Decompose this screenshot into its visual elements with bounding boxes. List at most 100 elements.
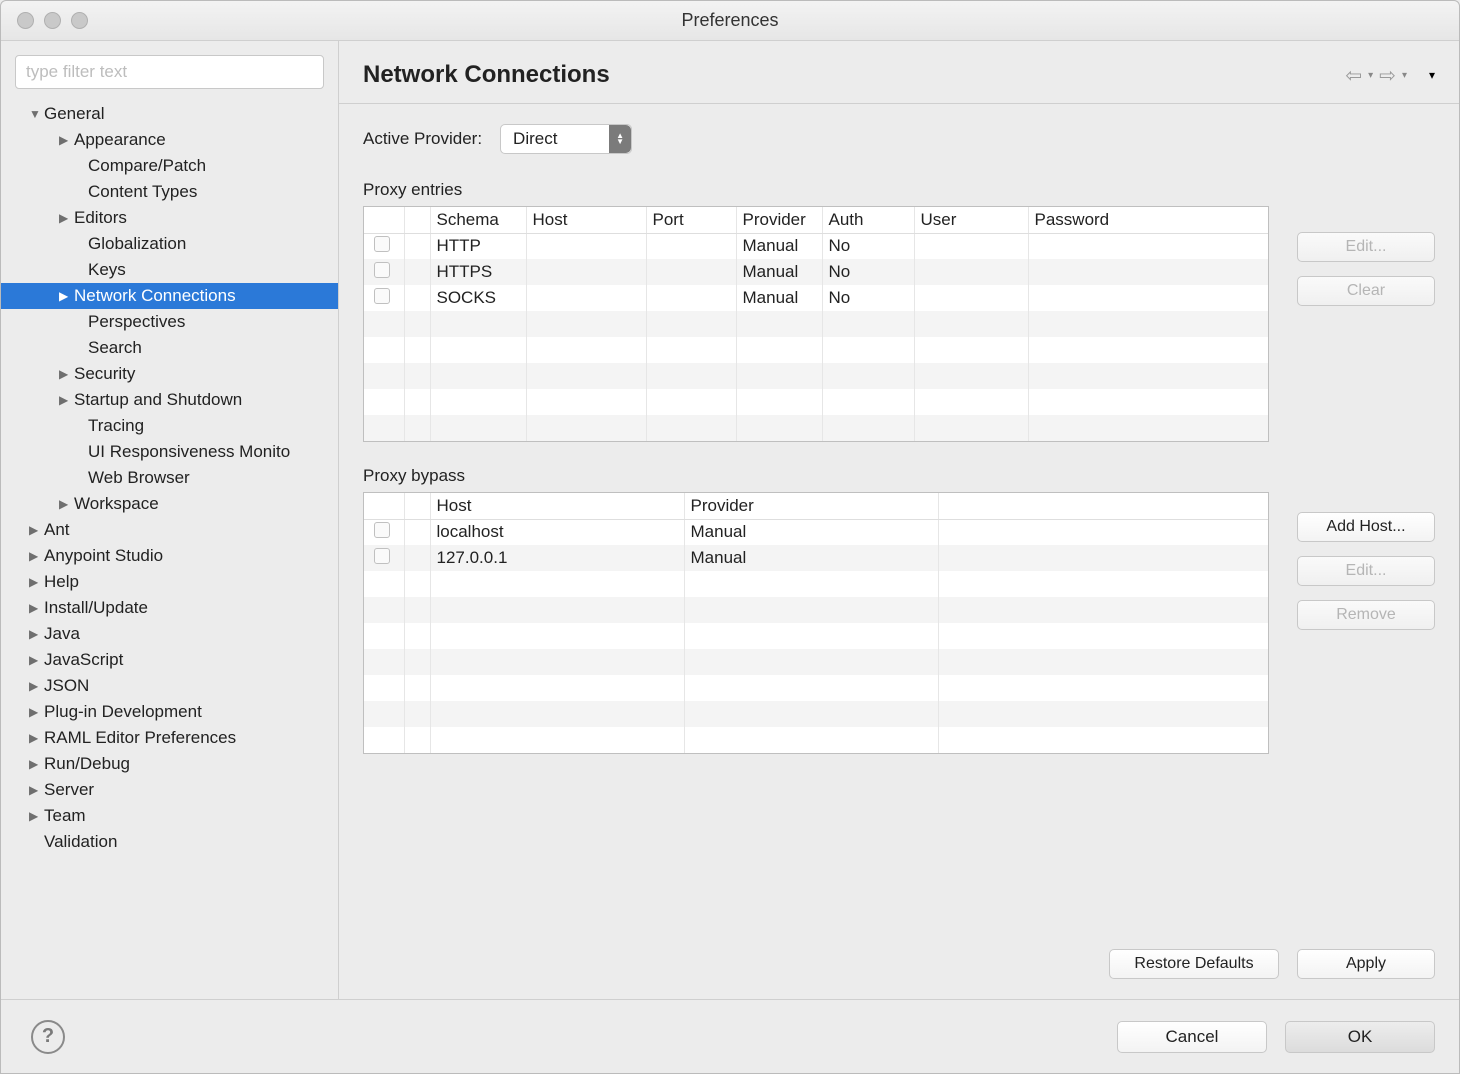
- tree-item-keys[interactable]: Keys: [1, 257, 338, 283]
- restore-defaults-button[interactable]: Restore Defaults: [1109, 949, 1279, 979]
- tree-item-web-browser[interactable]: Web Browser: [1, 465, 338, 491]
- column-header[interactable]: [364, 207, 404, 233]
- cancel-button[interactable]: Cancel: [1117, 1021, 1267, 1053]
- table-row: [364, 571, 1268, 597]
- tree-item-json[interactable]: ▶JSON: [1, 673, 338, 699]
- tree-item-team[interactable]: ▶Team: [1, 803, 338, 829]
- active-provider-select[interactable]: Direct ▲▼: [500, 124, 632, 154]
- tree-item-perspectives[interactable]: Perspectives: [1, 309, 338, 335]
- checkbox[interactable]: [374, 522, 390, 538]
- proxy-bypass-table[interactable]: HostProviderlocalhostManual127.0.0.1Manu…: [363, 492, 1269, 754]
- zoom-icon[interactable]: [71, 12, 88, 29]
- minimize-icon[interactable]: [44, 12, 61, 29]
- table-row[interactable]: 127.0.0.1Manual: [364, 545, 1268, 571]
- disclosure-icon: ▶: [29, 575, 41, 589]
- tree-item-globalization[interactable]: Globalization: [1, 231, 338, 257]
- proxy-entries-section: SchemaHostPortProviderAuthUserPasswordHT…: [363, 206, 1435, 442]
- remove-bypass-button[interactable]: Remove: [1297, 600, 1435, 630]
- table-row[interactable]: HTTPManualNo: [364, 233, 1268, 259]
- tree-item-ui-responsiveness-monito[interactable]: UI Responsiveness Monito: [1, 439, 338, 465]
- tree-item-raml-editor-preferences[interactable]: ▶RAML Editor Preferences: [1, 725, 338, 751]
- checkbox[interactable]: [374, 288, 390, 304]
- tree-item-java[interactable]: ▶Java: [1, 621, 338, 647]
- cell-provider: Manual: [736, 233, 822, 259]
- tree-item-server[interactable]: ▶Server: [1, 777, 338, 803]
- column-header[interactable]: [404, 493, 430, 519]
- tree-item-validation[interactable]: Validation: [1, 829, 338, 855]
- tree-item-tracing[interactable]: Tracing: [1, 413, 338, 439]
- disclosure-icon: ▶: [59, 211, 71, 225]
- proxy-entries-table[interactable]: SchemaHostPortProviderAuthUserPasswordHT…: [363, 206, 1269, 442]
- tree-item-label: Workspace: [74, 494, 159, 514]
- apply-button[interactable]: Apply: [1297, 949, 1435, 979]
- tree-item-ant[interactable]: ▶Ant: [1, 517, 338, 543]
- column-header[interactable]: Provider: [736, 207, 822, 233]
- table-row[interactable]: localhostManual: [364, 519, 1268, 545]
- disclosure-icon: ▶: [29, 757, 41, 771]
- cell-port: [646, 285, 736, 311]
- tree-item-anypoint-studio[interactable]: ▶Anypoint Studio: [1, 543, 338, 569]
- checkbox[interactable]: [374, 236, 390, 252]
- checkbox[interactable]: [374, 548, 390, 564]
- column-header[interactable]: Schema: [430, 207, 526, 233]
- tree-item-compare-patch[interactable]: Compare/Patch: [1, 153, 338, 179]
- back-icon[interactable]: ⇦: [1345, 63, 1362, 88]
- column-header[interactable]: Host: [430, 493, 684, 519]
- tree-item-help[interactable]: ▶Help: [1, 569, 338, 595]
- tree-item-install-update[interactable]: ▶Install/Update: [1, 595, 338, 621]
- edit-proxy-button[interactable]: Edit...: [1297, 232, 1435, 262]
- table-row: [364, 727, 1268, 753]
- tree-item-label: Install/Update: [44, 598, 148, 618]
- table-row: [364, 701, 1268, 727]
- column-header[interactable]: Host: [526, 207, 646, 233]
- add-host-button[interactable]: Add Host...: [1297, 512, 1435, 542]
- cell-user: [914, 233, 1028, 259]
- tree-item-javascript[interactable]: ▶JavaScript: [1, 647, 338, 673]
- tree-item-network-connections[interactable]: ▶Network Connections: [1, 283, 338, 309]
- tree-item-startup-and-shutdown[interactable]: ▶Startup and Shutdown: [1, 387, 338, 413]
- clear-proxy-button[interactable]: Clear: [1297, 276, 1435, 306]
- cell-host: 127.0.0.1: [430, 545, 684, 571]
- preferences-tree[interactable]: ▼General▶AppearanceCompare/PatchContent …: [1, 99, 338, 999]
- forward-icon[interactable]: ⇨: [1379, 63, 1396, 88]
- column-header[interactable]: Password: [1028, 207, 1268, 233]
- column-header[interactable]: Auth: [822, 207, 914, 233]
- table-row[interactable]: HTTPSManualNo: [364, 259, 1268, 285]
- column-header[interactable]: Provider: [684, 493, 938, 519]
- tree-item-label: Globalization: [88, 234, 186, 254]
- checkbox[interactable]: [374, 262, 390, 278]
- help-icon[interactable]: ?: [31, 1020, 65, 1054]
- filter-input[interactable]: [15, 55, 324, 89]
- column-header[interactable]: Port: [646, 207, 736, 233]
- bottom-bar: ? Cancel OK: [1, 999, 1459, 1073]
- edit-bypass-button[interactable]: Edit...: [1297, 556, 1435, 586]
- tree-item-plug-in-development[interactable]: ▶Plug-in Development: [1, 699, 338, 725]
- disclosure-icon: ▶: [29, 783, 41, 797]
- tree-item-editors[interactable]: ▶Editors: [1, 205, 338, 231]
- disclosure-icon: ▶: [59, 133, 71, 147]
- content-area: ▼General▶AppearanceCompare/PatchContent …: [1, 41, 1459, 999]
- column-header[interactable]: [364, 493, 404, 519]
- tree-item-run-debug[interactable]: ▶Run/Debug: [1, 751, 338, 777]
- disclosure-icon: ▶: [59, 289, 71, 303]
- column-header[interactable]: [938, 493, 1268, 519]
- close-icon[interactable]: [17, 12, 34, 29]
- forward-menu-icon[interactable]: ▾: [1402, 70, 1407, 81]
- column-header[interactable]: [404, 207, 430, 233]
- tree-item-workspace[interactable]: ▶Workspace: [1, 491, 338, 517]
- proxy-entries-buttons: Edit... Clear: [1297, 206, 1435, 442]
- tree-item-security[interactable]: ▶Security: [1, 361, 338, 387]
- back-menu-icon[interactable]: ▾: [1368, 70, 1373, 81]
- tree-item-label: Team: [44, 806, 86, 826]
- ok-button[interactable]: OK: [1285, 1021, 1435, 1053]
- tree-item-appearance[interactable]: ▶Appearance: [1, 127, 338, 153]
- table-row[interactable]: SOCKSManualNo: [364, 285, 1268, 311]
- cell-auth: No: [822, 259, 914, 285]
- tree-item-search[interactable]: Search: [1, 335, 338, 361]
- tree-item-content-types[interactable]: Content Types: [1, 179, 338, 205]
- cell-user: [914, 285, 1028, 311]
- page-menu-icon[interactable]: ▾: [1429, 68, 1435, 82]
- cell-provider: Manual: [684, 519, 938, 545]
- column-header[interactable]: User: [914, 207, 1028, 233]
- tree-item-general[interactable]: ▼General: [1, 101, 338, 127]
